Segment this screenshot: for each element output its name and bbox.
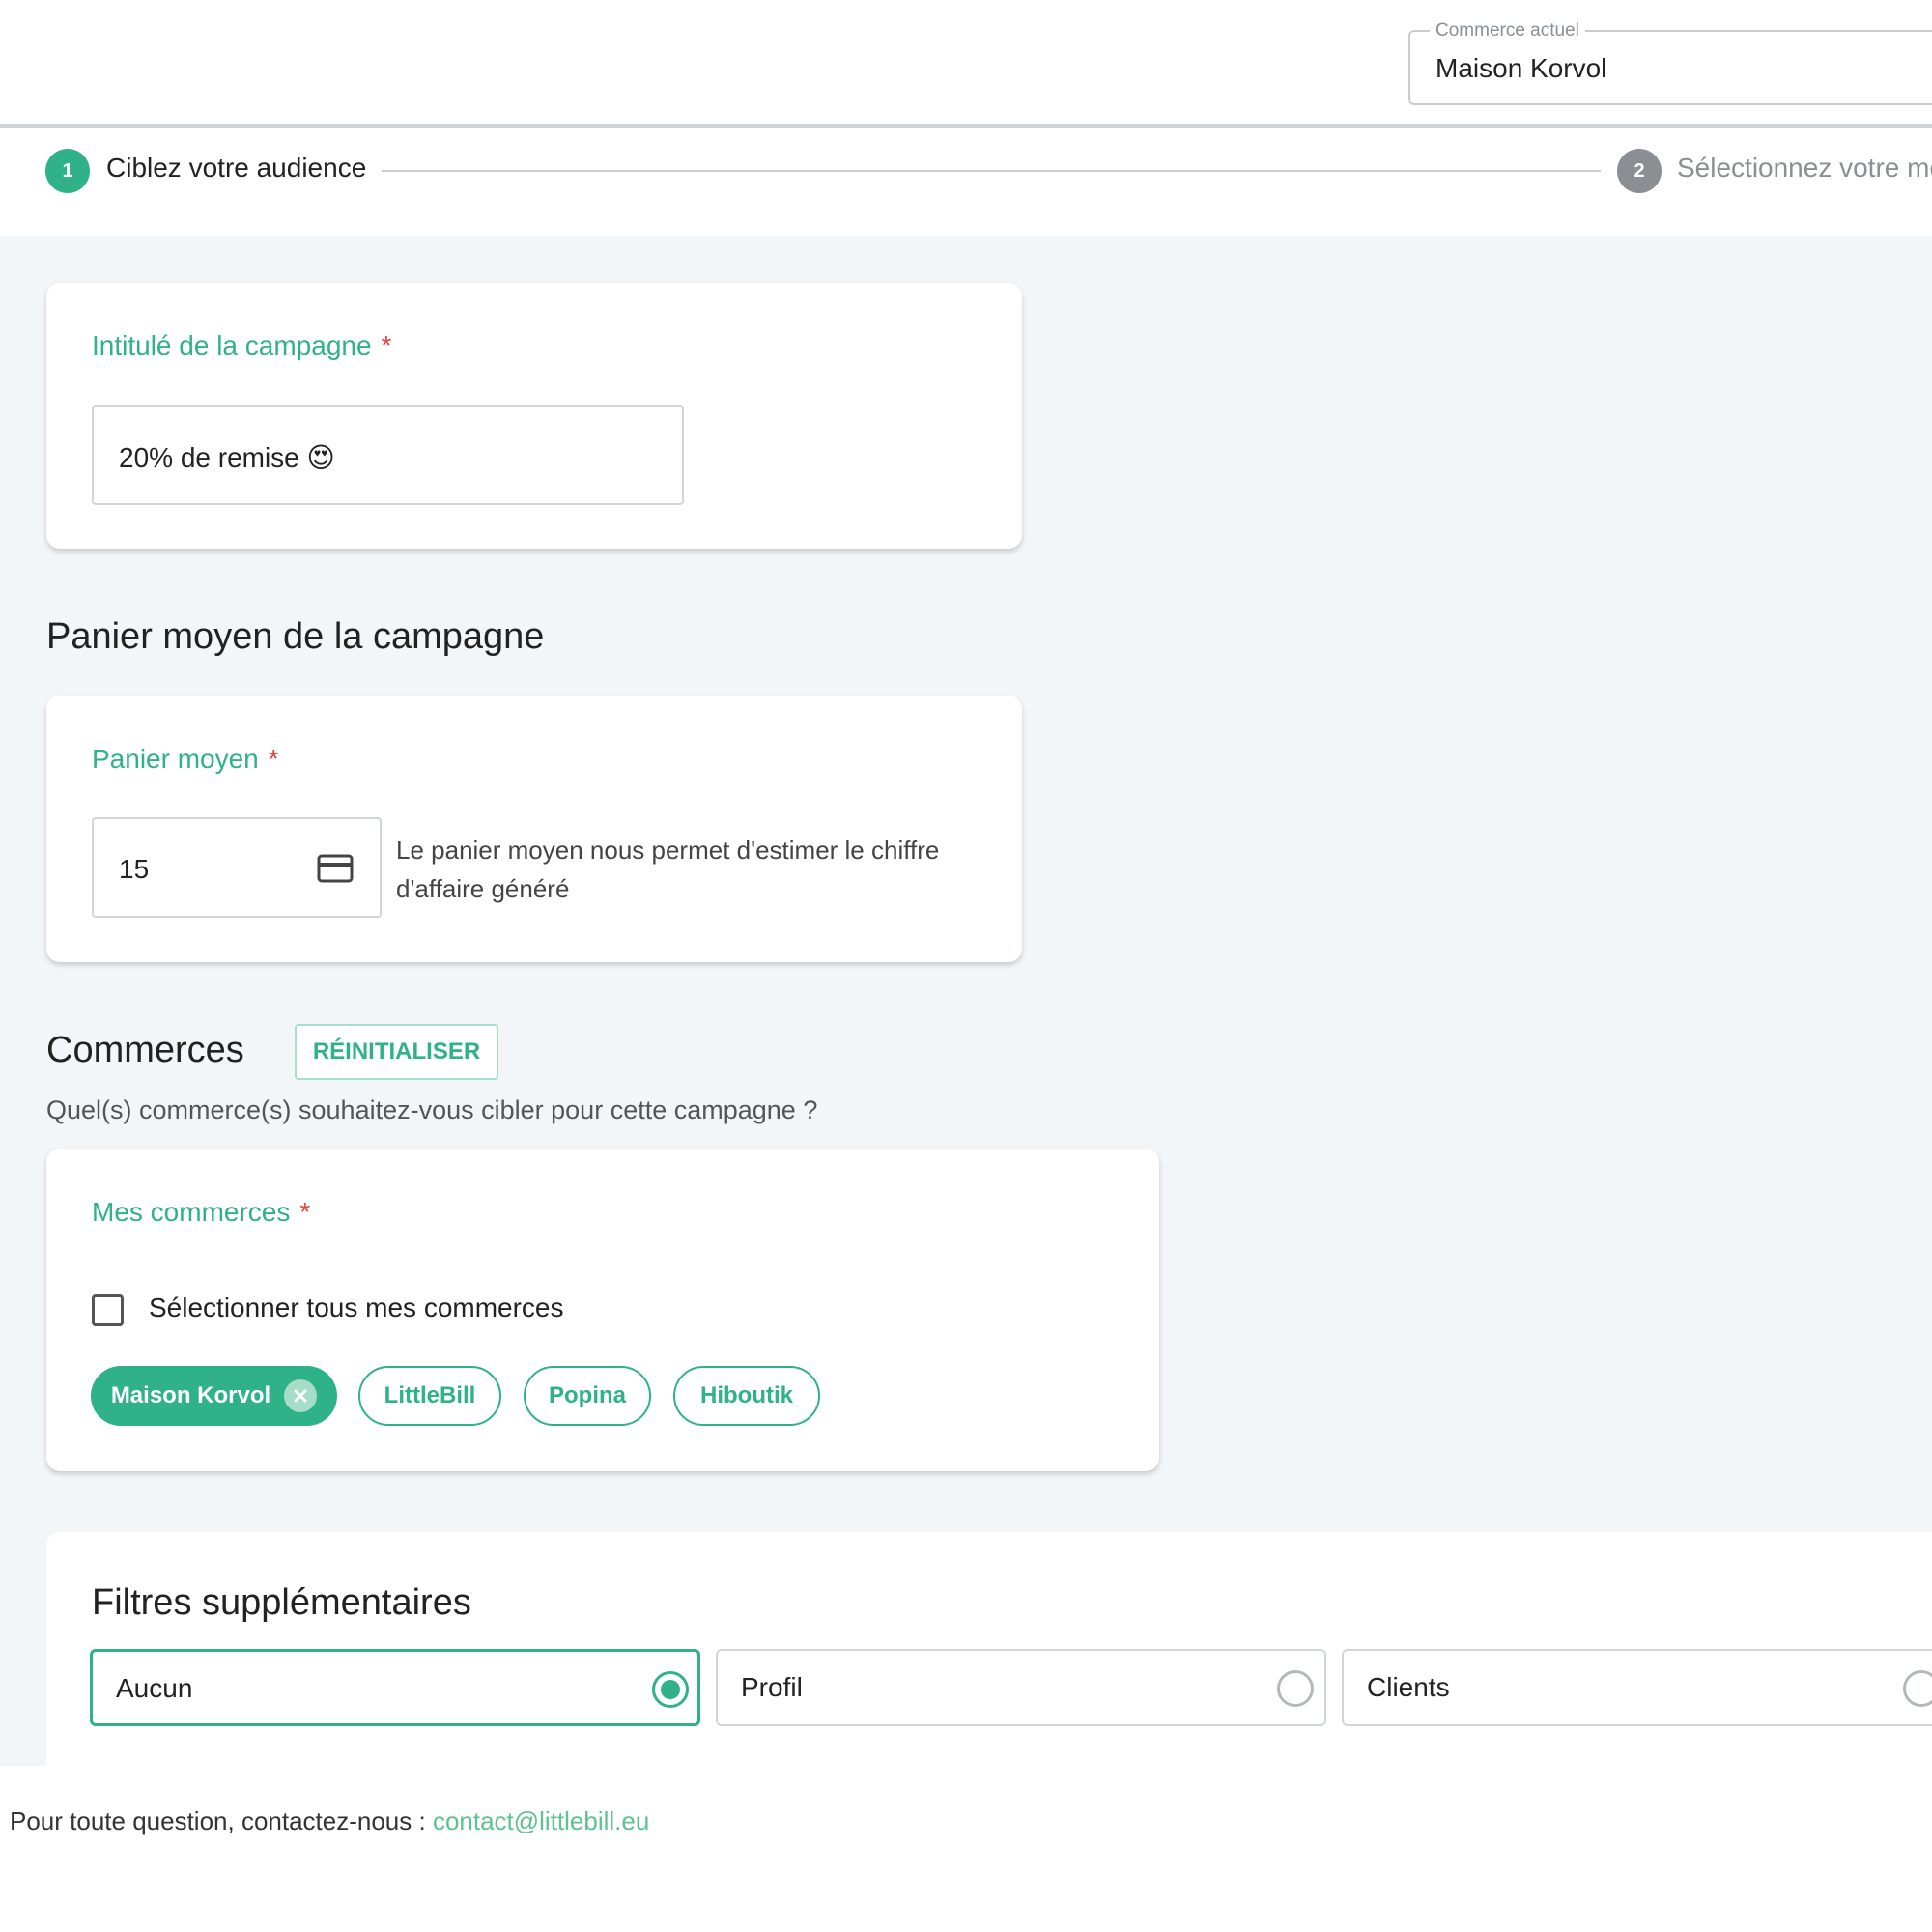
select-all-label[interactable]: Sélectionner tous mes commerces [149, 1293, 564, 1323]
basket-value: 15 [119, 854, 150, 884]
filter-option-label: Profil [741, 1672, 803, 1702]
store-chip-label: Maison Korvol [110, 1382, 271, 1408]
contact-email-link[interactable]: contact@littlebill.eu [433, 1806, 649, 1835]
radio-selected-icon [652, 1671, 689, 1708]
filter-option-profil[interactable]: Profil [716, 1649, 1326, 1726]
campaign-stepper: 1 Ciblez votre audience 2 Sélectionnez v… [0, 131, 1932, 236]
top-bar: Commerce actuel Maison Korvol [0, 0, 1932, 128]
basket-input[interactable]: 15 [92, 817, 382, 918]
campaign-name-card: Intitulé de la campagne * 20% de remise 😍 [46, 283, 1022, 549]
step-1-label[interactable]: Ciblez votre audience [106, 153, 366, 184]
reset-button[interactable]: RÉINITIALISER [295, 1024, 498, 1080]
campaign-name-label: Intitulé de la campagne * [92, 330, 392, 360]
campaign-name-input[interactable]: 20% de remise 😍 [92, 405, 684, 505]
remove-chip-icon[interactable] [284, 1379, 318, 1412]
basket-label: Panier moyen * [92, 744, 279, 774]
filter-option-aucun[interactable]: Aucun [90, 1649, 700, 1726]
filters-title: Filtres supplémentaires [92, 1582, 471, 1623]
filter-option-clients[interactable]: Clients [1342, 1649, 1932, 1726]
footer-text: Pour toute question, contactez-nous : co… [10, 1806, 650, 1835]
filter-option-label: Clients [1367, 1672, 1450, 1702]
basket-section-title: Panier moyen de la campagne [46, 616, 545, 657]
store-chip-littlebill[interactable]: LittleBill [358, 1366, 501, 1426]
basket-help-text: Le panier moyen nous permet d'estimer le… [396, 836, 940, 903]
radio-unselected-icon [1277, 1670, 1314, 1707]
store-chip-maison-korvol[interactable]: Maison Korvol [91, 1366, 337, 1426]
current-store-select[interactable]: Commerce actuel Maison Korvol [1408, 20, 1932, 105]
filter-option-label: Aucun [116, 1673, 193, 1703]
store-chip-hiboutik[interactable]: Hiboutik [673, 1366, 820, 1426]
campaign-name-value: 20% de remise [119, 442, 299, 472]
stores-field-label: Mes commerces * [92, 1197, 311, 1227]
select-all-checkbox[interactable] [92, 1294, 124, 1326]
radio-unselected-icon [1903, 1670, 1932, 1707]
basket-card: Panier moyen * 15 Le panier moyen nous pe… [46, 696, 1022, 962]
footer: Pour toute question, contactez-nous : co… [0, 1766, 1932, 1932]
step-1-indicator: 1 [45, 149, 90, 193]
stores-subtitle: Quel(s) commerce(s) souhaitez-vous cible… [46, 1095, 818, 1124]
step-2-indicator: 2 [1617, 149, 1662, 193]
store-chip-popina[interactable]: Popina [524, 1366, 651, 1426]
step-connector [382, 170, 1601, 172]
step-2-label[interactable]: Sélectionnez votre me [1677, 153, 1932, 184]
credit-card-icon [317, 854, 354, 888]
smiling-heart-eyes-emoji: 😍 [306, 442, 335, 472]
stores-section-title: Commerces [46, 1030, 244, 1070]
current-store-value: Maison Korvol [1435, 53, 1607, 83]
current-store-legend: Commerce actuel [1430, 20, 1585, 42]
